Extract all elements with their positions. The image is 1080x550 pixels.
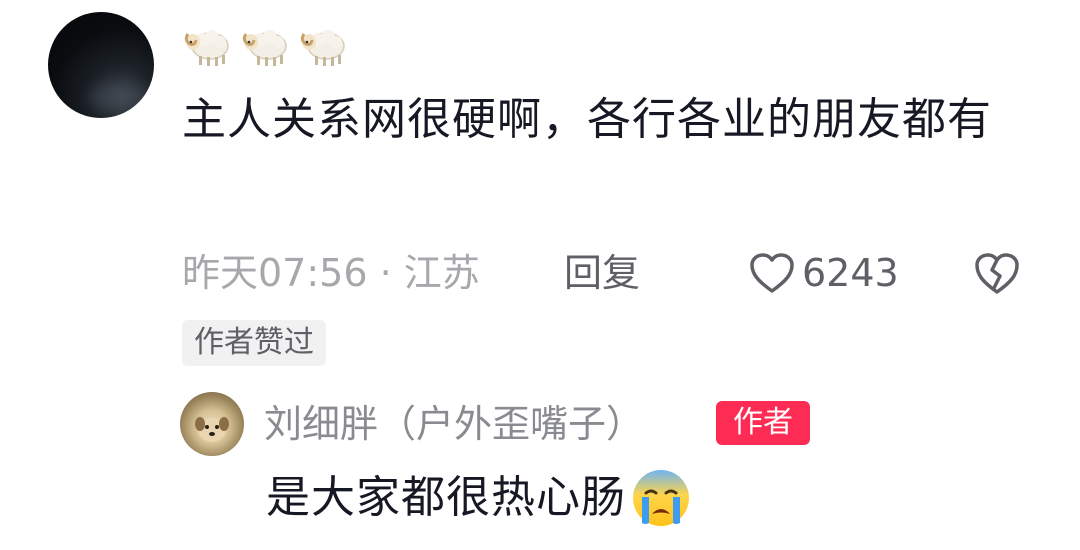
commenter-nickname[interactable] bbox=[182, 18, 350, 70]
like-count: 6243 bbox=[802, 251, 899, 295]
dog-avatar-image bbox=[195, 417, 229, 442]
crying-face-icon bbox=[633, 470, 689, 526]
heart-icon bbox=[750, 253, 794, 293]
sheep-icon bbox=[300, 30, 345, 66]
commenter-avatar[interactable] bbox=[48, 12, 154, 118]
author-liked-tag: 作者赞过 bbox=[182, 320, 326, 366]
reply-author-avatar[interactable] bbox=[180, 392, 244, 456]
author-badge: 作者 bbox=[716, 401, 810, 445]
comment-time-location: 昨天07:56 · 江苏 bbox=[182, 251, 480, 295]
sheep-icon bbox=[184, 30, 229, 66]
reply-text[interactable]: 是大家都很热心肠 bbox=[266, 466, 692, 530]
reply-text-content: 是大家都很热心肠 bbox=[266, 472, 626, 523]
like-button[interactable]: 6243 bbox=[748, 246, 899, 300]
comment-meta-row: 昨天07:56 · 江苏 回复 6243 bbox=[182, 246, 1042, 300]
broken-heart-icon[interactable] bbox=[972, 250, 1022, 296]
comment-text[interactable]: 主人关系网很硬啊，各行各业的朋友都有 bbox=[182, 88, 1022, 152]
reply-author-name[interactable]: 刘细胖（户外歪嘴子） bbox=[264, 396, 644, 452]
reply-button[interactable]: 回复 bbox=[564, 246, 640, 300]
sheep-icon bbox=[242, 30, 287, 66]
